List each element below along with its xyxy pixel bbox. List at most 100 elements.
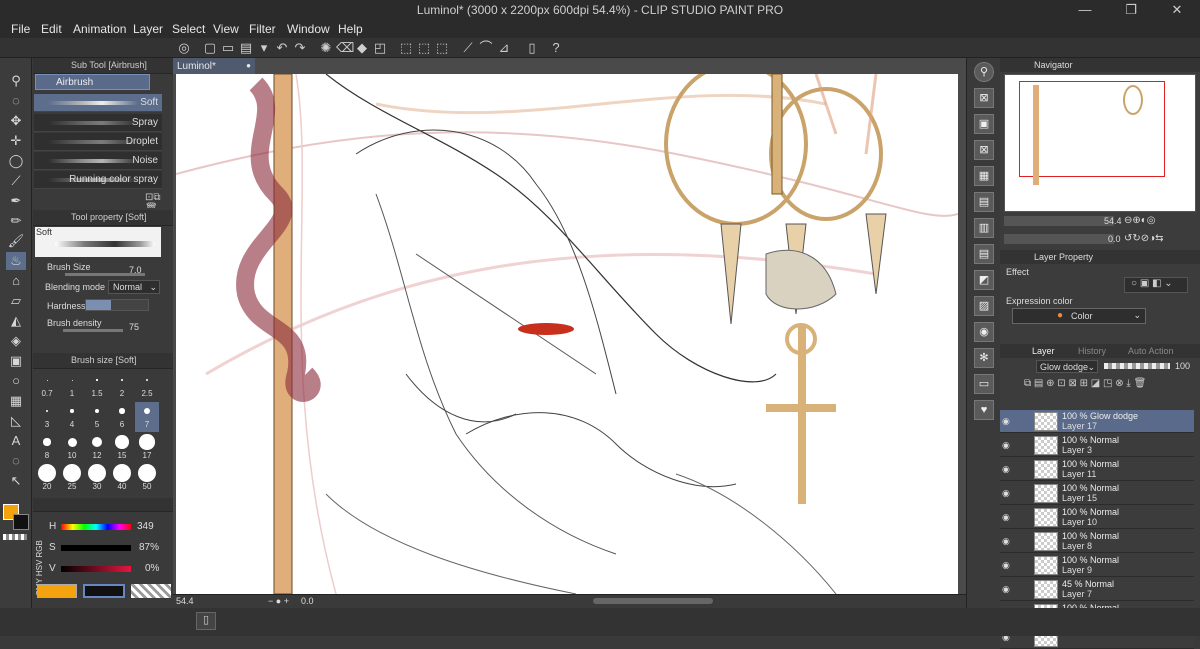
layer-row[interactable]: ◉ 100 % Normal Layer 10 [1000,506,1194,529]
chevron-down-icon[interactable]: ▾ [256,40,272,56]
material-3d-icon[interactable]: ▥ [974,218,994,238]
menu-window[interactable]: Window [287,22,330,36]
balloon-icon[interactable]: ◌ [6,452,26,470]
navigator-angle[interactable]: 0.0 [1108,234,1121,244]
blend-icon[interactable]: ◭ [6,312,26,330]
visibility-eye-icon[interactable]: ◉ [1002,584,1012,594]
loading-icon[interactable]: ✺ [318,40,334,56]
hardness-slider[interactable] [85,299,149,311]
material-all-icon[interactable]: ▤ [974,244,994,264]
layer-row[interactable]: ◉ 45 % Normal Layer 7 [1000,578,1194,601]
ruler-icon[interactable]: ◺ [6,412,26,430]
menu-filter[interactable]: Filter [249,22,276,36]
pen-icon[interactable]: ✒ [6,192,26,210]
visibility-eye-icon[interactable]: ◉ [1002,488,1012,498]
layer-opacity-slider[interactable] [1104,363,1170,369]
brush-size-value[interactable]: 7.0 [129,265,142,275]
effect-buttons[interactable]: ○ ▣ ◧ ⌄ [1124,277,1188,293]
material-icon[interactable]: ⊠ [974,88,994,108]
hue-value[interactable]: 349 [137,521,154,532]
pose-icon[interactable]: ✻ [974,348,994,368]
navigator-rotate-slider[interactable] [1004,234,1114,244]
brush-size-option[interactable]: 12 [85,433,109,463]
device-icon[interactable]: ▯ [524,40,540,56]
navigator-viewport[interactable] [1019,81,1165,177]
value-value[interactable]: 0% [145,563,159,574]
move-icon[interactable]: ✛ [6,132,26,150]
hue-slider[interactable] [61,524,131,530]
clip-studio-icon[interactable]: ◎ [176,40,192,56]
layer-row[interactable]: ◉ 100 % Glow dodge Layer 17 [1000,410,1194,433]
snap-special-ruler-icon[interactable]: ⌒ [478,40,494,56]
search-icon[interactable]: ⚲ [974,62,994,82]
tab-history[interactable]: History [1078,346,1106,356]
blending-mode-select[interactable]: Normal ⌄ [108,280,160,294]
operation-icon[interactable]: ◌ [6,92,26,110]
menu-view[interactable]: View [213,22,239,36]
deselect-icon[interactable]: ⬚ [398,40,414,56]
visibility-eye-icon[interactable]: ◉ [1002,560,1012,570]
menu-animation[interactable]: Animation [73,22,126,36]
visibility-eye-icon[interactable]: ◉ [1002,464,1012,474]
layer-row[interactable]: ◉ 100 % Normal Layer 8 [1000,530,1194,553]
brush-size-option[interactable]: 25 [60,464,84,494]
brush-size-option[interactable]: 5 [85,402,109,432]
transparent-color-icon[interactable] [3,534,27,540]
material-figure-icon[interactable]: ▨ [974,296,994,316]
airbrush-icon[interactable]: ♨ [6,252,26,270]
fill-bucket-icon[interactable]: ◈ [6,332,26,350]
brush-icon[interactable]: 🖌 [6,232,26,250]
brush-size-option[interactable]: 17 [135,433,159,463]
brush-size-option[interactable]: 0.7 [35,371,59,401]
saturation-value[interactable]: 87% [139,542,159,553]
canvas-zoom[interactable]: 54.4 [176,596,194,606]
lasso-icon[interactable]: ◯ [6,152,26,170]
navigator-zoom[interactable]: 54.4 [1104,216,1122,226]
menu-select[interactable]: Select [172,22,205,36]
brush-size-option[interactable]: 7 [135,402,159,432]
frame-icon[interactable]: ▦ [6,392,26,410]
zoom-controls[interactable]: − ● + [268,596,289,606]
drawing-canvas[interactable] [176,74,958,594]
figure-icon[interactable]: ○ [6,372,26,390]
layer-blend-mode-select[interactable]: Glow dodge ⌄ [1036,360,1098,373]
material-character-icon[interactable]: ◩ [974,270,994,290]
brush-density-value[interactable]: 75 [129,322,139,332]
show-selection-icon[interactable]: ⬚ [434,40,450,56]
material-images-icon[interactable]: ▣ [974,114,994,134]
tab-auto-action[interactable]: Auto Action [1128,346,1174,356]
brush-size-option[interactable]: 6 [110,402,134,432]
snap-ruler-icon[interactable]: ⟋ [460,40,476,56]
zoom-icon[interactable]: ⚲ [6,72,26,90]
gradient-icon[interactable]: ▣ [6,352,26,370]
layer-row[interactable]: ◉ 100 % Normal Layer 9 [1000,554,1194,577]
menu-edit[interactable]: Edit [41,22,62,36]
subtool-actions[interactable]: ⊡⧉🗑 [145,192,173,214]
brush-size-option[interactable]: 20 [35,464,59,494]
brush-size-option[interactable]: 50 [135,464,159,494]
layer-toolbar[interactable]: ⧉ ▤ ⊕ ⊡ ⊠ ⊞ ◪ ◳ ⊗ ⤓ 🗑 [1024,378,1194,392]
minimize-button[interactable]: — [1062,0,1108,20]
brush-size-option[interactable]: 8 [35,433,59,463]
close-button[interactable]: ✕ [1154,0,1200,20]
brush-size-option[interactable]: 1 [60,371,84,401]
brush-size-option[interactable]: 10 [60,433,84,463]
correct-line-icon[interactable]: ↖ [6,472,26,490]
brush-size-option[interactable]: 40 [110,464,134,494]
undo-icon[interactable]: ↶ [274,40,290,56]
brush-size-option[interactable]: 1.5 [85,371,109,401]
layer-panel-toggle-icon[interactable]: ▯ [196,612,216,630]
visibility-eye-icon[interactable]: ◉ [1002,416,1012,426]
brush-size-option[interactable]: 30 [85,464,109,494]
brush-noise[interactable]: Noise [34,152,162,170]
navigator-preview[interactable] [1004,74,1196,212]
heart-icon[interactable]: ♥ [974,400,994,420]
color-history-orange[interactable] [37,584,77,598]
camera-icon[interactable]: ◉ [974,322,994,342]
brush-size-option[interactable]: 3 [35,402,59,432]
pencil-icon[interactable]: ✏ [6,212,26,230]
redo-icon[interactable]: ↷ [292,40,308,56]
open-folder-icon[interactable]: ▭ [220,40,236,56]
eraser-icon[interactable]: ▱ [6,292,26,310]
visibility-eye-icon[interactable]: ◉ [1002,536,1012,546]
